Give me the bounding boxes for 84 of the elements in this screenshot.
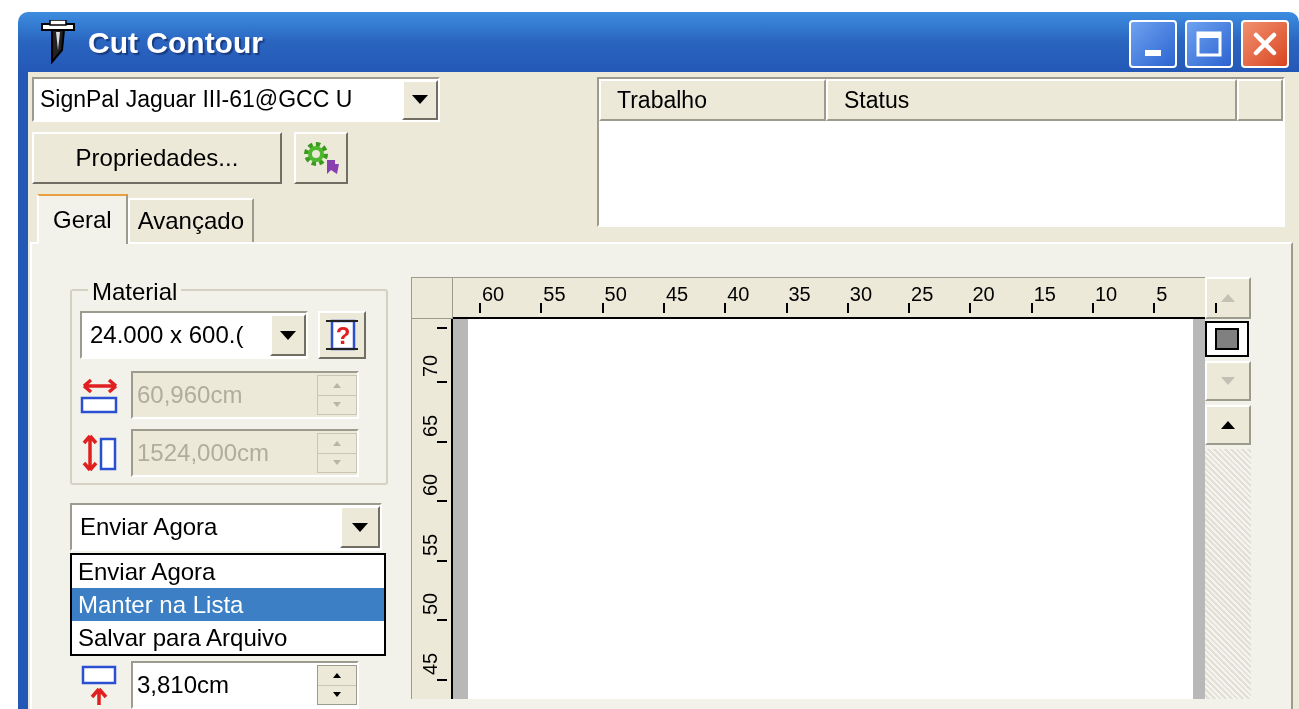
ruler-label: 15 bbox=[1033, 284, 1056, 304]
ruler-tick bbox=[1214, 303, 1217, 313]
ruler-label: 60 bbox=[420, 473, 440, 496]
ruler-tick bbox=[540, 303, 543, 313]
ruler-tick bbox=[437, 381, 447, 383]
maximize-icon bbox=[1196, 31, 1222, 57]
dropdown-option[interactable]: Manter na Lista bbox=[72, 588, 384, 621]
ruler-label: 70 bbox=[420, 354, 440, 377]
material-size-value: 24.000 x 600.( bbox=[89, 320, 245, 350]
ruler-tick bbox=[437, 327, 447, 329]
printer-dropdown[interactable]: SignPal Jaguar III-61@GCC U bbox=[32, 77, 440, 122]
ruler-tick bbox=[437, 678, 447, 681]
ruler-label: 5 bbox=[1156, 284, 1168, 304]
square-icon bbox=[1215, 328, 1239, 350]
ruler-label: 50 bbox=[604, 284, 627, 304]
settings-button[interactable] bbox=[294, 132, 348, 184]
send-mode-dropdown[interactable]: Enviar Agora bbox=[70, 503, 382, 551]
spin-down-icon bbox=[333, 460, 341, 466]
up-arrow-icon bbox=[1221, 294, 1235, 302]
column-header[interactable]: Trabalho bbox=[599, 79, 826, 121]
up-arrow-icon bbox=[1221, 421, 1235, 429]
column-header[interactable]: Status bbox=[826, 79, 1237, 121]
properties-button[interactable]: Propriedades... bbox=[32, 132, 282, 184]
offset-field[interactable]: 3,810cm bbox=[131, 661, 359, 709]
caret-icon bbox=[352, 522, 368, 532]
caret-icon bbox=[412, 95, 428, 104]
ruler-tick bbox=[846, 303, 849, 313]
ruler-tick bbox=[601, 303, 604, 313]
ruler-tick bbox=[1153, 303, 1156, 313]
ruler-label: 25 bbox=[911, 284, 934, 304]
ruler-tick bbox=[437, 500, 447, 502]
dropdown-arrow-button[interactable] bbox=[270, 314, 306, 356]
ruler-tick bbox=[437, 559, 447, 562]
width-icon bbox=[80, 376, 120, 414]
ruler-label: 45 bbox=[420, 652, 440, 675]
dropdown-arrow-button[interactable] bbox=[402, 79, 438, 120]
ruler-label: 55 bbox=[420, 533, 440, 556]
tab[interactable]: Avançado bbox=[127, 198, 254, 242]
spinner[interactable] bbox=[317, 665, 357, 705]
help-button[interactable]: ? bbox=[318, 311, 366, 359]
ruler-label: 60 bbox=[482, 284, 505, 304]
window-title: Cut Contour bbox=[88, 24, 263, 61]
down-arrow-icon bbox=[1221, 377, 1235, 385]
ruler-tick bbox=[969, 303, 972, 313]
ruler-label: 20 bbox=[972, 284, 995, 304]
ruler-tick bbox=[1030, 303, 1033, 313]
ruler-label: 50 bbox=[420, 592, 440, 615]
ruler-tick bbox=[662, 303, 665, 313]
send-mode-value: Enviar Agora bbox=[79, 512, 219, 542]
minimize-icon bbox=[1145, 50, 1161, 56]
spin-down-icon bbox=[333, 402, 341, 408]
ruler-label: 45 bbox=[665, 284, 689, 304]
minimize-button[interactable] bbox=[1129, 20, 1177, 68]
caret-icon bbox=[280, 330, 296, 340]
maximize-button[interactable] bbox=[1185, 20, 1233, 68]
ruler-label: 35 bbox=[788, 284, 811, 304]
ruler-label: 10 bbox=[1095, 284, 1118, 304]
knife-icon bbox=[40, 20, 76, 64]
spin-down-icon bbox=[333, 692, 341, 698]
ruler-tick bbox=[785, 303, 788, 313]
move-up-button[interactable] bbox=[1205, 405, 1251, 445]
stop-button[interactable] bbox=[1205, 321, 1249, 357]
ruler-tick bbox=[1092, 303, 1094, 313]
ruler-tick bbox=[437, 619, 447, 621]
ruler-tick bbox=[437, 440, 447, 443]
tab[interactable]: Geral bbox=[37, 194, 128, 244]
ruler-label: 55 bbox=[543, 284, 566, 304]
gears-icon bbox=[301, 140, 341, 176]
ruler-tick bbox=[908, 303, 911, 313]
close-button[interactable] bbox=[1241, 20, 1289, 68]
spin-up-icon bbox=[333, 382, 341, 388]
ruler-label: 30 bbox=[849, 284, 873, 304]
width-value: 60,960cm bbox=[136, 380, 244, 410]
offset-value: 3,810cm bbox=[136, 670, 231, 700]
dropdown-arrow-button[interactable] bbox=[340, 506, 380, 548]
printer-value: SignPal Jaguar III-61@GCC U bbox=[39, 85, 354, 115]
ruler-tick bbox=[479, 303, 481, 313]
close-icon bbox=[1252, 31, 1278, 57]
spin-up-icon bbox=[333, 672, 341, 678]
height-value: 1524,000cm bbox=[136, 438, 271, 468]
ruler-label: 65 bbox=[420, 414, 440, 437]
ruler-tick bbox=[724, 303, 727, 313]
spin-up-icon bbox=[333, 440, 341, 446]
ruler-label: 40 bbox=[727, 284, 750, 304]
